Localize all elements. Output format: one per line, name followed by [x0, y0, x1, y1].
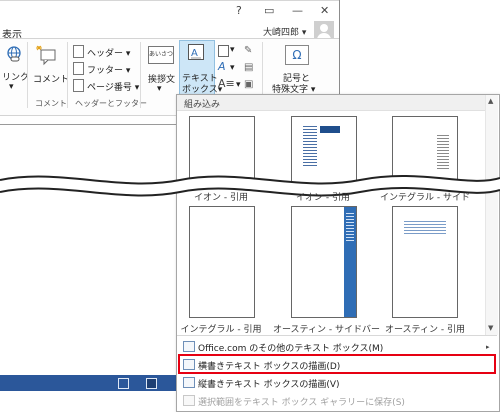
- date-time-icon[interactable]: ▤: [244, 62, 253, 73]
- submenu-arrow-icon: ▸: [486, 343, 490, 351]
- window-top-border: [0, 0, 340, 1]
- draw-horizontal-textbox-menu-item[interactable]: 横書きテキスト ボックスの描画(D): [198, 359, 340, 372]
- textbox-icon: A: [188, 44, 204, 60]
- gallery-caption: オースティン - サイドバー: [273, 325, 380, 335]
- restore-button[interactable]: ▭: [264, 4, 274, 17]
- gallery-caption: イオン - 引用: [194, 193, 248, 203]
- draw-horizontal-textbox-icon: [183, 359, 195, 370]
- separator: [140, 42, 141, 108]
- read-mode-icon[interactable]: [118, 378, 129, 389]
- help-button[interactable]: ?: [236, 4, 242, 17]
- greeting-icon: あいさつ: [148, 46, 174, 64]
- quick-parts-dropdown-arrow[interactable]: ▾: [230, 45, 235, 55]
- print-layout-icon[interactable]: [146, 378, 157, 389]
- header-button[interactable]: ヘッダー ▾: [87, 46, 130, 59]
- draw-vertical-textbox-icon: [183, 377, 195, 388]
- gallery-caption: インテグラル - サイド: [380, 193, 470, 203]
- save-selection-icon: [183, 395, 195, 406]
- dropcap-dropdown-arrow[interactable]: ▾: [236, 80, 241, 90]
- wordart-dropdown-arrow[interactable]: ▾: [230, 63, 235, 73]
- link-button[interactable]: リンク: [2, 70, 29, 83]
- separator: [27, 42, 28, 108]
- gallery-caption: オースティン - 引用: [385, 325, 465, 335]
- omega-icon: Ω: [285, 45, 309, 65]
- scroll-down-icon[interactable]: ▼: [488, 324, 493, 332]
- comment-icon: [35, 44, 57, 66]
- greeting-dropdown-arrow[interactable]: ▾: [157, 84, 162, 94]
- header-footer-group-label: ヘッダーとフッター: [75, 99, 147, 108]
- signature-line-icon[interactable]: ✎: [244, 45, 252, 56]
- office-textbox-icon: [183, 341, 195, 352]
- footer-button[interactable]: フッター ▾: [87, 63, 130, 76]
- close-button[interactable]: ✕: [320, 4, 329, 17]
- gallery-caption: インテグラル - 引用: [180, 325, 262, 335]
- scroll-up-icon[interactable]: ▲: [488, 97, 493, 105]
- user-name[interactable]: 大崎四郎 ▾: [263, 25, 306, 38]
- header-icon: [73, 45, 84, 58]
- more-textboxes-menu-item[interactable]: Office.com のその他のテキスト ボックス(M): [198, 341, 383, 354]
- page-number-button[interactable]: ページ番号 ▾: [87, 80, 139, 93]
- separator: [67, 42, 68, 108]
- gallery-scrollbar[interactable]: ▲ ▼: [485, 95, 498, 335]
- footer-icon: [73, 62, 84, 75]
- gallery-caption: イオン - 引用: [296, 193, 350, 203]
- wordart-icon[interactable]: A: [218, 60, 226, 73]
- draw-vertical-textbox-menu-item[interactable]: 縦書きテキスト ボックスの描画(V): [198, 377, 340, 390]
- comment-button[interactable]: コメント: [33, 72, 69, 85]
- gallery-thumb-integral-quote[interactable]: [189, 206, 255, 318]
- menu-separator: [177, 335, 497, 336]
- gallery-header: 組み込み: [177, 95, 485, 111]
- gallery-thumb-austin-quote[interactable]: [392, 206, 458, 318]
- document-edge: [0, 124, 176, 125]
- svg-text:A: A: [191, 48, 198, 59]
- link-dropdown-arrow[interactable]: ▾: [9, 82, 14, 92]
- comment-group-label: コメント: [35, 99, 67, 108]
- save-selection-menu-item: 選択範囲をテキスト ボックス ギャラリーに保存(S): [198, 398, 405, 408]
- page-number-icon: [73, 79, 84, 92]
- gallery-thumb-austin-sidebar[interactable]: [291, 206, 357, 318]
- dropcap-icon[interactable]: A≡: [218, 77, 235, 90]
- minimize-button[interactable]: —: [292, 4, 303, 17]
- link-icon: [6, 46, 22, 62]
- quick-parts-icon[interactable]: [218, 45, 229, 57]
- object-icon[interactable]: ▣: [244, 79, 253, 90]
